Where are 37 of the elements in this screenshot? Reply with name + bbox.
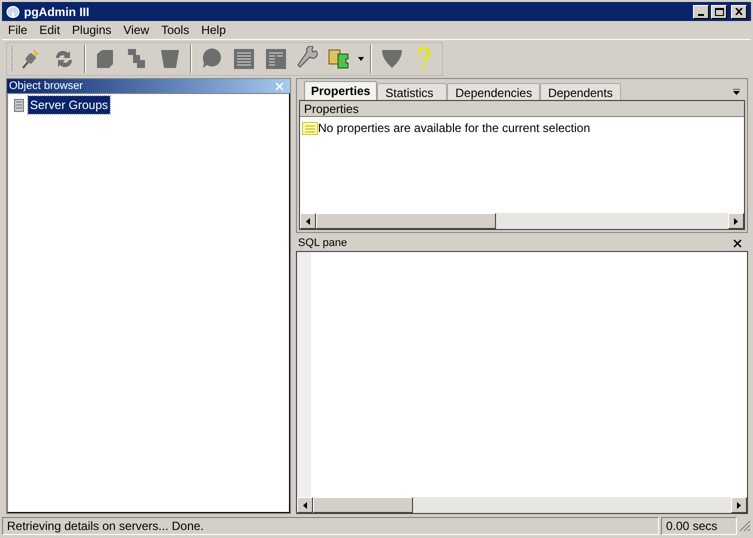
list-icon xyxy=(302,122,318,134)
tab[interactable]: Dependents xyxy=(540,83,621,100)
menu-item[interactable]: View xyxy=(117,21,156,39)
minimize-icon xyxy=(698,14,704,16)
minimize-button[interactable] xyxy=(693,4,709,18)
menu-item[interactable]: Tools xyxy=(155,21,196,39)
empty-message: No properties are available for the current selection xyxy=(318,120,590,137)
scroll-left-icon[interactable] xyxy=(306,218,310,224)
close-button[interactable] xyxy=(731,4,747,18)
tab[interactable]: Properties xyxy=(304,81,378,100)
maximize-button[interactable] xyxy=(711,4,727,18)
window-title: pgAdmin III xyxy=(24,4,90,20)
tab[interactable]: Dependencies xyxy=(447,83,540,100)
menu-item[interactable]: Edit xyxy=(33,21,66,39)
panel-title: Object browser xyxy=(9,80,84,92)
scroll-right-icon[interactable] xyxy=(737,502,741,508)
horizontal-scrollbar[interactable] xyxy=(297,497,747,513)
menu-item[interactable]: Help xyxy=(195,21,232,39)
scroll-left-icon[interactable] xyxy=(303,502,307,508)
tab-menu-icon[interactable] xyxy=(732,89,741,96)
toolbar-grip-icon[interactable] xyxy=(11,46,14,72)
tree-item[interactable]: Server Groups xyxy=(28,96,110,114)
panel-title: SQL pane xyxy=(298,236,348,252)
status-time: 0.00 secs xyxy=(661,517,737,535)
menu-item[interactable]: Plugins xyxy=(66,21,118,39)
maximize-icon xyxy=(714,8,724,16)
menu-item[interactable]: File xyxy=(2,21,34,39)
close-icon xyxy=(735,8,743,15)
resize-grip-icon[interactable] xyxy=(739,520,751,532)
horizontal-scrollbar[interactable] xyxy=(300,213,744,229)
status-message: Retrieving details on servers... Done. xyxy=(2,517,659,535)
column-header[interactable]: Properties xyxy=(300,101,744,117)
dropdown-icon[interactable] xyxy=(358,56,364,60)
scroll-right-icon[interactable] xyxy=(734,218,738,224)
close-icon[interactable] xyxy=(733,239,742,248)
tab[interactable]: Statistics xyxy=(377,83,448,100)
server-group-icon xyxy=(14,98,24,112)
